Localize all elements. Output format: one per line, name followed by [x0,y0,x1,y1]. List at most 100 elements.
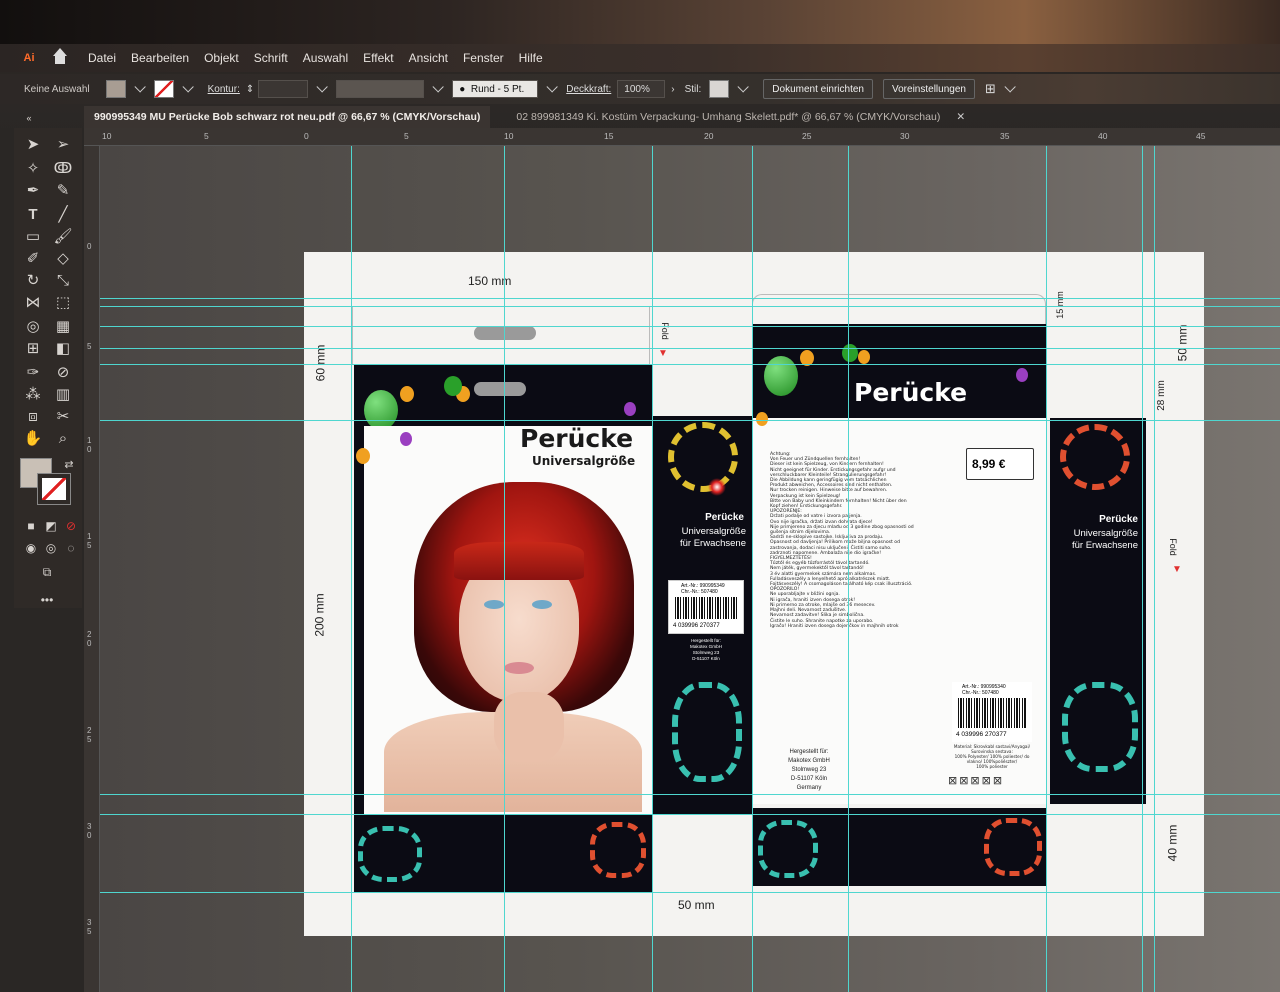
menu-hilfe[interactable]: Hilfe [519,51,543,65]
menu-fenster[interactable]: Fenster [463,51,504,65]
color-mode-icon[interactable]: ■ [20,516,42,536]
curvature-tool-icon[interactable]: ✎ [52,180,74,200]
variable-width-profile[interactable] [336,80,425,98]
guide-horizontal[interactable] [100,814,1280,815]
tab-document-1[interactable]: 990995349 MU Perücke Bob schwarz rot neu… [84,106,491,128]
free-transform-icon[interactable]: ⬚ [52,292,74,312]
chevron-down-icon[interactable] [432,81,445,93]
arrange-icon[interactable]: ⊞ [985,81,996,97]
artboard[interactable]: 150 mm 60 mm 200 mm 50 mm 15 mm 50 mm 28… [304,252,1204,936]
blend-tool-icon[interactable]: ⊘ [52,362,74,382]
style-swatch[interactable] [709,80,730,98]
side-right-title: Perücke [1099,514,1138,525]
swap-icon[interactable]: ⇄ [58,454,80,474]
screen-mode-icon[interactable]: ⧉ [36,562,58,582]
opacity-field[interactable]: 100% [617,80,666,98]
slice-tool-icon[interactable]: ✂ [52,406,74,426]
tab-document-2[interactable]: 02 899981349 Ki. Kostüm Verpackung- Umha… [506,106,975,128]
chevron-down-icon[interactable] [1004,81,1016,93]
width-tool-icon[interactable]: ⋈ [22,292,44,312]
stroke-swatch[interactable] [153,80,174,98]
chevron-right-icon[interactable]: › [671,84,674,95]
stroke-weight-field[interactable] [258,80,309,98]
stroke-color-box[interactable] [37,473,71,505]
menu-objekt[interactable]: Objekt [204,51,239,65]
draw-inside-icon[interactable]: ◌ [60,538,82,558]
opacity-label[interactable]: Deckkraft: [566,84,611,95]
menu-datei[interactable]: Datei [88,51,116,65]
preferences-button[interactable]: Voreinstellungen [883,79,975,99]
menu-effekt[interactable]: Effekt [363,51,393,65]
guide-vertical[interactable] [1046,146,1047,992]
fill-swatch[interactable] [105,80,126,98]
brush-preset-field[interactable]: ● Rund - 5 Pt. [452,80,539,98]
guide-horizontal[interactable] [100,364,1280,365]
chevron-down-icon[interactable] [182,81,194,93]
draw-behind-icon[interactable]: ◎ [40,538,62,558]
guide-horizontal[interactable] [100,892,1280,893]
ruler-horizontal[interactable]: 10 5 0 5 10 15 20 25 30 35 40 45 [84,128,1280,146]
document-setup-button[interactable]: Dokument einrichten [763,79,873,99]
guide-horizontal[interactable] [100,306,1280,307]
type-tool-icon[interactable]: T [22,204,44,224]
eye-right [532,600,552,609]
chevron-down-icon[interactable] [134,81,146,93]
lasso-icon[interactable]: ↂ [52,158,74,178]
guide-horizontal[interactable] [100,298,1280,299]
menu-bearbeiten[interactable]: Bearbeiten [131,51,189,65]
eyedropper-icon[interactable]: ✑ [22,362,44,382]
canvas-area[interactable]: 150 mm 60 mm 200 mm 50 mm 15 mm 50 mm 28… [100,146,1280,992]
guide-vertical[interactable] [351,146,352,992]
chevron-down-icon[interactable] [737,81,750,93]
rectangle-tool-icon[interactable]: ▭ [22,226,44,246]
mesh-tool-icon[interactable]: ⊞ [22,338,44,358]
guide-horizontal[interactable] [100,794,1280,795]
artboard-tool-icon[interactable]: ⧈ [22,406,44,426]
menu-schrift[interactable]: Schrift [254,51,288,65]
direct-selection-tool-icon[interactable]: ➢ [52,134,74,154]
menu-auswahl[interactable]: Auswahl [303,51,348,65]
chevron-down-icon[interactable] [316,81,329,93]
guide-vertical[interactable] [652,146,653,992]
graph-tool-icon[interactable]: ▥ [52,384,74,404]
mfr-line: Hergestellt für: [789,749,829,755]
zoom-tool-icon[interactable]: ⌕ [52,428,74,448]
rotate-tool-icon[interactable]: ↻ [22,270,44,290]
stroke-label[interactable]: Kontur: [208,84,240,95]
magic-wand-icon[interactable]: ✧ [22,158,44,178]
guide-vertical[interactable] [1154,146,1155,992]
guide-vertical[interactable] [504,146,505,992]
streamer-decoration [358,826,422,882]
draw-normal-icon[interactable]: ◉ [20,538,42,558]
stepper-icon[interactable]: ⇕ [246,84,254,95]
symbol-sprayer-icon[interactable]: ⁂ [22,384,44,404]
home-icon[interactable] [50,48,70,68]
chevron-down-icon[interactable] [546,81,559,93]
more-tools-icon[interactable]: ••• [36,590,58,610]
guide-vertical[interactable] [1142,146,1143,992]
guide-horizontal[interactable] [100,348,1280,349]
close-icon[interactable]: ✕ [956,111,965,123]
menu-ansicht[interactable]: Ansicht [409,51,448,65]
guide-vertical[interactable] [848,146,849,992]
paintbrush-tool-icon[interactable]: 🖌 [52,226,74,246]
gradient-tool-icon[interactable]: ◧ [52,338,74,358]
guide-vertical[interactable] [752,146,753,992]
gradient-mode-icon[interactable]: ◩ [40,516,62,536]
shaper-tool-icon[interactable]: ✐ [22,248,44,268]
collapse-icon[interactable]: « [18,108,40,128]
scale-tool-icon[interactable]: ⤡ [52,270,74,290]
ruler-vertical[interactable]: 0 5 1 0 1 5 2 0 2 5 3 0 3 5 [84,146,100,992]
line-tool-icon[interactable]: ╱ [52,204,74,224]
side-barcode: Art.-Nr.: 990995349 Chr.-Nr.: 507480 4 0… [668,580,744,634]
eraser-tool-icon[interactable]: ◇ [52,248,74,268]
none-mode-icon[interactable]: ⊘ [60,516,82,536]
shape-builder-icon[interactable]: ◎ [22,316,44,336]
perspective-grid-icon[interactable]: ▦ [52,316,74,336]
balloon-green [444,376,462,396]
selection-tool-icon[interactable]: ➤ [22,134,44,154]
guide-horizontal[interactable] [100,420,1280,421]
pen-tool-icon[interactable]: ✒ [22,180,44,200]
hand-tool-icon[interactable]: ✋ [22,428,44,448]
guide-horizontal[interactable] [100,326,1280,327]
